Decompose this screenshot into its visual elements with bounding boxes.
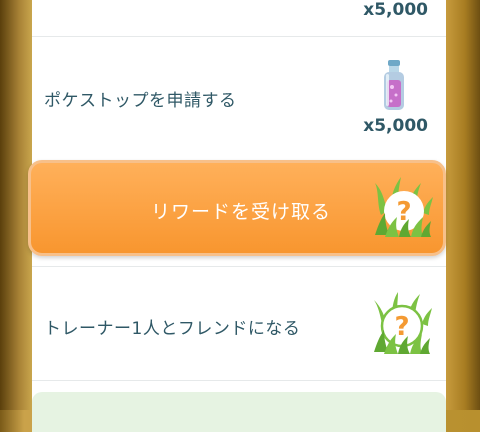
next-task-card[interactable]	[32, 392, 446, 432]
gold-background-right	[446, 0, 480, 410]
research-task-panel: x5,000 ポケストップを申請する x5,000 リワードを受け取る ? トレ…	[28, 0, 446, 432]
reward-count: x5,000	[363, 0, 428, 20]
mystery-reward-icon: ?	[374, 292, 432, 354]
mystery-reward-icon: ?	[375, 177, 433, 237]
claim-reward-button[interactable]: リワードを受け取る ?	[28, 160, 446, 256]
task-label: トレーナー1人とフレンドになる	[44, 319, 301, 339]
svg-text:?: ?	[396, 197, 411, 227]
divider	[32, 36, 446, 37]
divider	[32, 380, 446, 381]
claim-reward-label: リワードを受け取る	[150, 201, 331, 223]
stardust-potion-icon	[384, 60, 404, 110]
reward-count: x5,000	[363, 116, 428, 136]
task-label: ポケストップを申請する	[44, 91, 237, 111]
divider	[32, 266, 446, 267]
